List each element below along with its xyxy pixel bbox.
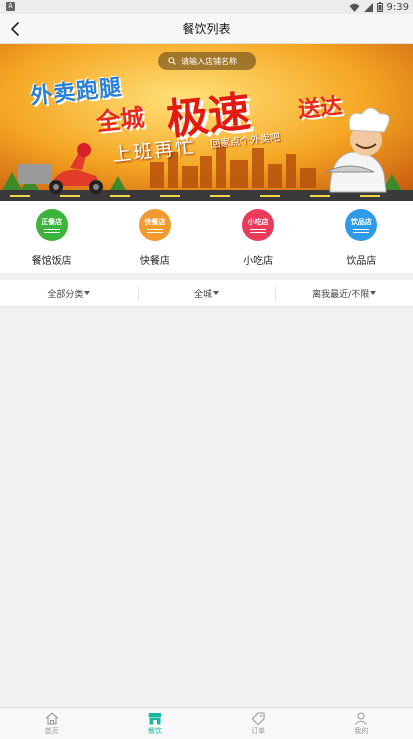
signal-icon	[363, 2, 373, 12]
caret-down-icon	[84, 291, 91, 295]
home-icon	[45, 712, 58, 725]
category-snack[interactable]: 小吃店 小吃店	[207, 201, 310, 273]
filter-label: 全城	[194, 289, 213, 300]
battery-icon	[376, 2, 383, 12]
nav-label: 首页	[44, 727, 59, 735]
back-button[interactable]	[6, 19, 26, 39]
clock: 9:39	[386, 1, 409, 13]
category-restaurant[interactable]: 正餐店 餐馆饭店	[0, 201, 103, 273]
wifi-icon	[349, 3, 360, 12]
restaurant-badge-icon: 正餐店	[35, 209, 68, 241]
store-search-input[interactable]: 请输入店铺名称	[158, 52, 256, 70]
status-icons: 9:39	[349, 0, 409, 14]
store-icon	[148, 713, 162, 725]
nav-dining[interactable]: 餐饮	[103, 708, 206, 739]
filter-area-dropdown[interactable]: 全城	[137, 280, 276, 306]
caret-down-icon	[213, 291, 220, 295]
tag-icon	[252, 712, 265, 725]
filter-distance-dropdown[interactable]: 离我最近/不限	[275, 280, 413, 306]
page-title: 餐饮列表	[182, 22, 231, 36]
nav-orders[interactable]: 订单	[207, 708, 310, 739]
filter-bar: 全部分类 全城 离我最近/不限	[0, 280, 413, 307]
nav-label: 我的	[354, 727, 369, 735]
category-label: 小吃店	[243, 256, 274, 267]
category-label: 餐馆饭店	[31, 256, 72, 267]
chevron-left-icon	[11, 22, 19, 36]
banner-headline-4: 送达	[297, 93, 344, 124]
category-label: 饮品店	[346, 256, 377, 267]
search-placeholder: 请输入店铺名称	[181, 56, 237, 66]
category-label: 快餐店	[139, 256, 170, 267]
nav-home[interactable]: 首页	[0, 708, 103, 739]
drinks-badge-icon: 饮品店	[345, 209, 378, 241]
caret-down-icon	[370, 291, 377, 295]
snack-badge-icon: 小吃店	[242, 209, 275, 241]
filter-label: 离我最近/不限	[312, 289, 370, 300]
status-bar: A 9:39	[0, 0, 413, 14]
fastfood-badge-icon: 快餐店	[138, 209, 171, 241]
filter-category-dropdown[interactable]: 全部分类	[0, 280, 138, 306]
nav-label: 餐饮	[147, 727, 162, 735]
category-grid: 正餐店 餐馆饭店 快餐店 快餐店 小吃店 小吃店 饮品店 饮品店	[0, 201, 413, 273]
user-icon	[355, 712, 368, 725]
category-fastfood[interactable]: 快餐店 快餐店	[103, 201, 206, 273]
promo-banner[interactable]: 请输入店铺名称 外卖跑腿 全城 极速 送达 上班再忙 回家点个外卖吧	[0, 44, 413, 201]
banner-headline-2: 全城	[94, 103, 146, 137]
section-divider	[0, 273, 413, 280]
title-bar: 餐饮列表	[0, 14, 413, 44]
filter-label: 全部分类	[47, 289, 84, 300]
store-list	[0, 307, 413, 707]
category-drinks[interactable]: 饮品店 饮品店	[310, 201, 413, 273]
search-icon	[168, 57, 176, 65]
nav-profile[interactable]: 我的	[310, 708, 413, 739]
nav-label: 订单	[251, 727, 266, 735]
bottom-nav: 首页 餐饮 订单 我的	[0, 707, 413, 739]
notification-icon: A	[6, 2, 15, 11]
